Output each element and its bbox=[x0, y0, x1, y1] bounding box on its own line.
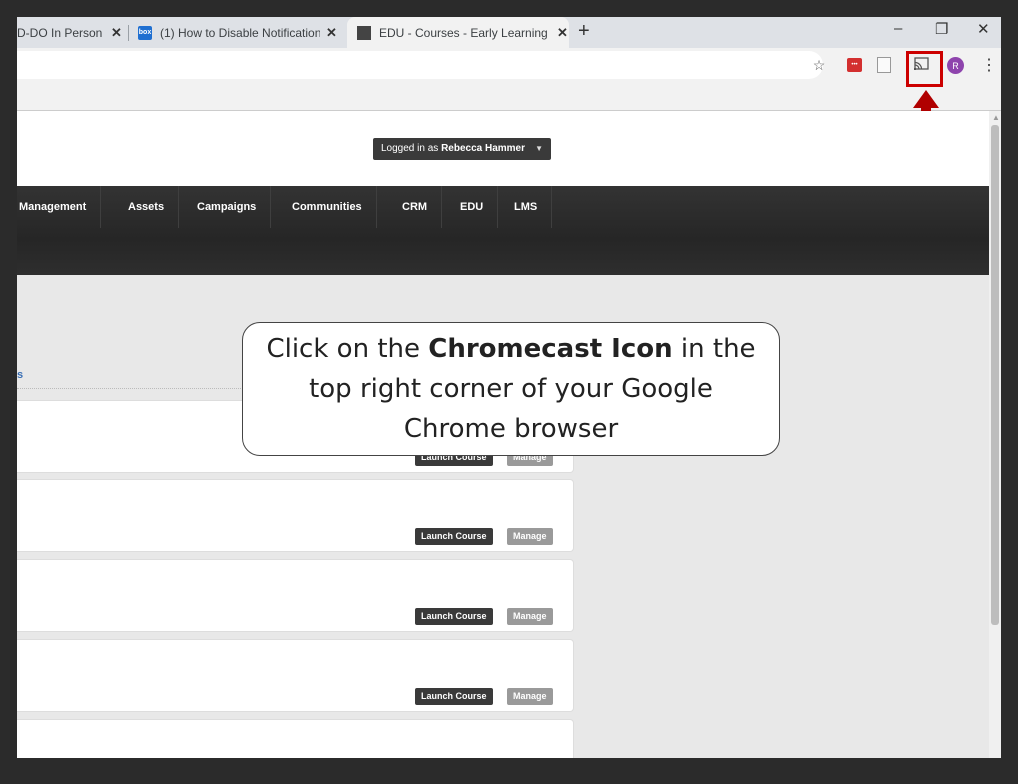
section-tab-fragment[interactable]: s bbox=[17, 369, 23, 381]
course-card: Launch Course Manage bbox=[17, 559, 574, 632]
nav-lms[interactable]: LMS bbox=[500, 186, 553, 228]
tab-notifications[interactable]: box (1) How to Disable Notifications ✕ bbox=[138, 17, 342, 48]
scrollbar-thumb[interactable] bbox=[991, 125, 999, 625]
screenshot-frame: D-DO In Person Tr ✕ box (1) How to Disab… bbox=[17, 17, 1001, 758]
print-extension-icon[interactable] bbox=[877, 57, 891, 73]
manage-button[interactable]: Manage bbox=[507, 608, 553, 625]
login-prefix: Logged in as bbox=[381, 143, 442, 154]
box-icon: box bbox=[138, 25, 152, 40]
chevron-down-icon: ▼ bbox=[535, 144, 543, 153]
launch-course-button[interactable]: Launch Course bbox=[415, 688, 493, 705]
callout-line-1: Click on the Chromecast Icon in the bbox=[243, 329, 779, 369]
tab-title: (1) How to Disable Notifications bbox=[160, 25, 320, 40]
course-card bbox=[17, 719, 574, 758]
tab-close-icon[interactable]: ✕ bbox=[557, 25, 568, 41]
callout-text: Click on the bbox=[266, 334, 429, 364]
new-tab-button[interactable]: + bbox=[578, 20, 590, 43]
page-scrollbar[interactable]: ▲ bbox=[989, 111, 1001, 758]
address-bar[interactable] bbox=[17, 51, 823, 79]
launch-course-button[interactable]: Launch Course bbox=[415, 608, 493, 625]
instruction-callout: Click on the Chromecast Icon in the top … bbox=[242, 322, 780, 456]
tab-in-person[interactable]: D-DO In Person Tr ✕ bbox=[17, 17, 129, 48]
launch-course-button[interactable]: Launch Course bbox=[415, 528, 493, 545]
tab-title: EDU - Courses - Early Learning C bbox=[379, 25, 551, 40]
tab-title: D-DO In Person Tr bbox=[17, 25, 105, 40]
restore-button[interactable]: ❐ bbox=[935, 20, 948, 38]
course-card: Launch Course Manage bbox=[17, 639, 574, 712]
nav-campaigns[interactable]: Campaigns bbox=[183, 186, 272, 228]
manage-button[interactable]: Manage bbox=[507, 528, 553, 545]
login-user: Rebecca Hammer bbox=[441, 143, 525, 154]
course-card: Launch Course Manage bbox=[17, 479, 574, 552]
callout-emphasis: Chromecast Icon bbox=[428, 334, 673, 364]
tab-close-icon[interactable]: ✕ bbox=[326, 25, 337, 41]
minimize-button[interactable]: – bbox=[894, 20, 902, 37]
tab-separator bbox=[128, 25, 129, 41]
tab-edu-courses[interactable]: EDU - Courses - Early Learning C ✕ bbox=[347, 17, 569, 48]
kebab-menu-icon[interactable]: ⋮ bbox=[981, 55, 997, 75]
nav-crm[interactable]: CRM bbox=[388, 186, 443, 228]
callout-line-3: Chrome browser bbox=[403, 414, 619, 444]
tab-close-icon[interactable]: ✕ bbox=[111, 25, 122, 41]
main-nav: Management Assets Campaigns Communities … bbox=[17, 186, 989, 275]
nav-assets[interactable]: Assets bbox=[114, 186, 180, 228]
scroll-up-icon[interactable]: ▲ bbox=[992, 113, 1000, 122]
nav-edu[interactable]: EDU bbox=[446, 186, 499, 228]
bookmark-star-icon[interactable]: ☆ bbox=[810, 56, 828, 74]
manage-button[interactable]: Manage bbox=[507, 688, 553, 705]
nav-management[interactable]: Management bbox=[17, 186, 102, 228]
extension-icon[interactable]: ••• bbox=[847, 58, 862, 72]
user-menu[interactable]: Logged in as Rebecca Hammer ▼ bbox=[373, 138, 551, 160]
edu-favicon-icon bbox=[357, 25, 371, 40]
window-close-button[interactable]: ✕ bbox=[977, 20, 990, 38]
tab-strip: D-DO In Person Tr ✕ box (1) How to Disab… bbox=[17, 17, 1001, 48]
nav-communities[interactable]: Communities bbox=[278, 186, 377, 228]
callout-line-2: top right corner of your Google bbox=[309, 374, 713, 404]
chromecast-highlight-box bbox=[906, 51, 943, 87]
browser-toolbar: ☆ ••• R ⋮ bbox=[17, 48, 1001, 111]
site-header: Logged in as Rebecca Hammer ▼ bbox=[17, 111, 989, 186]
callout-text: in the bbox=[672, 334, 756, 364]
profile-avatar[interactable]: R bbox=[947, 57, 964, 74]
